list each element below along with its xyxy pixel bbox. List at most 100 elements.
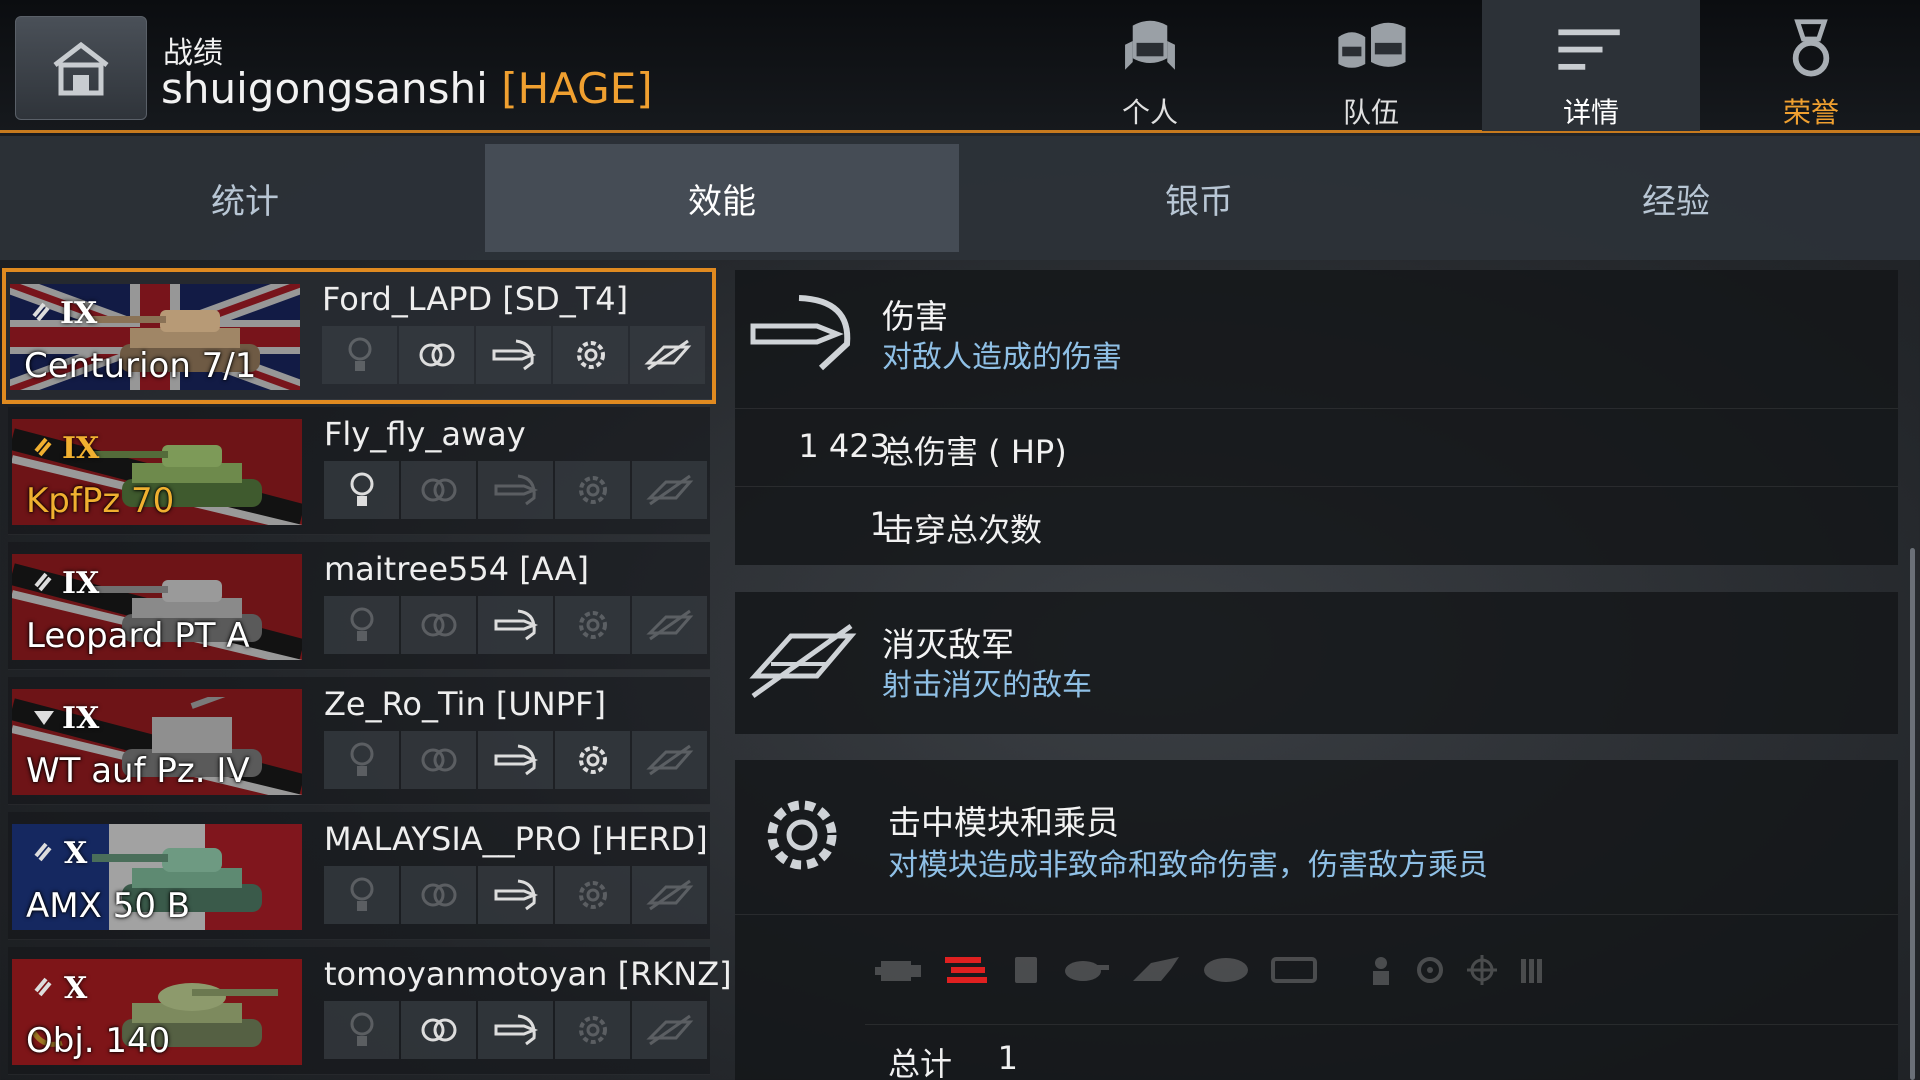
vehicle-row[interactable]: IX Centurion 7/1 Ford_LAPD [SD_T4] [2, 268, 716, 404]
lightbulb-icon [350, 742, 373, 776]
kill-medal [632, 731, 707, 789]
gear-icon [578, 1016, 607, 1044]
player-name: tomoyanmotoyan [RKNZ] [324, 955, 732, 993]
player-name: Ford_LAPD [SD_T4] [322, 280, 629, 318]
ammo-rack-icon [1011, 955, 1041, 989]
tank-name: WT auf Pz. IV [26, 751, 250, 791]
crit-medal [553, 326, 628, 384]
lightbulb-icon [350, 472, 373, 506]
shell-icon [494, 474, 538, 506]
turret-icon [1131, 955, 1181, 989]
tab-credits[interactable]: 银币 [962, 144, 1436, 252]
gunner-icon [1467, 955, 1497, 989]
modules-total-label: 总计 [888, 1045, 953, 1080]
assist-icon [421, 748, 456, 772]
medal-strip [324, 461, 710, 519]
spotting-medal [324, 461, 399, 519]
gear-icon [576, 341, 605, 369]
shell-icon [492, 339, 536, 371]
nav-honor[interactable]: 荣誉 [1702, 0, 1920, 131]
assist-medal [399, 326, 474, 384]
tank-card: IX Leopard PT A [12, 554, 302, 660]
tab-experience[interactable]: 经验 [1439, 144, 1913, 252]
nav-personal[interactable]: 个人 [1041, 0, 1259, 131]
player-name: MALAYSIA__PRO [HERD] [324, 820, 708, 858]
assist-icon [421, 478, 456, 502]
details-icon [1558, 29, 1620, 70]
tank-tier: X [64, 836, 88, 871]
tab-bar: 统计 效能 银币 经验 [0, 136, 1920, 260]
medium-tank-class-icon [34, 437, 52, 457]
tank-tier: IX [62, 431, 100, 466]
engine-icon [875, 955, 921, 989]
total-damage-label: 总伤害 ( HP) [882, 433, 1067, 471]
gear-icon [767, 800, 837, 870]
tank-tier: IX [60, 296, 98, 331]
assist-medal [401, 596, 476, 654]
damage-subtitle: 对敌人造成的伤害 [882, 340, 1122, 375]
heavy-tank-class-icon [34, 842, 52, 862]
assist-medal [401, 866, 476, 924]
tab-efficiency[interactable]: 效能 [485, 144, 959, 252]
tank-name: Obj. 140 [26, 1021, 171, 1061]
lightbulb-icon [350, 1012, 373, 1046]
nav-personal-label: 个人 [1121, 96, 1178, 129]
damage-medal [476, 326, 551, 384]
kill-medal [632, 461, 707, 519]
tab-stats[interactable]: 统计 [8, 144, 482, 252]
vehicle-row[interactable]: IX KpfPz 70 Fly_fly_away [8, 407, 710, 535]
vehicle-row[interactable]: X Obj. 140 tomoyanmotoyan [RKNZ] [8, 947, 732, 1075]
medal-strip [324, 731, 710, 789]
module-icons [875, 955, 1565, 989]
shell-icon [494, 879, 538, 911]
penetrations-label: 击穿总次数 [882, 511, 1043, 549]
home-button[interactable] [15, 16, 147, 120]
assist-medal [401, 731, 476, 789]
fuel-tank-icon [1271, 955, 1317, 989]
tank-card: IX Centurion 7/1 [10, 284, 300, 390]
tank-name: Leopard PT A [26, 616, 250, 656]
destroyed-icon [645, 609, 693, 641]
nav-honor-label: 荣誉 [1782, 96, 1839, 129]
crit-medal [555, 1001, 630, 1059]
shell-icon [494, 609, 538, 641]
total-damage-value: 1 423 [798, 427, 890, 465]
spotting-medal [324, 731, 399, 789]
medal-strip [322, 326, 708, 384]
medium-tank-class-icon [34, 977, 52, 997]
vehicle-row[interactable]: IX Leopard PT A maitree554 [AA] [8, 542, 710, 670]
damage-panel: 伤害 对敌人造成的伤害 1 423 总伤害 ( HP) 1 击穿总次数 [735, 270, 1898, 565]
lightbulb-icon [348, 337, 371, 371]
assist-icon [421, 1018, 456, 1042]
vehicle-row[interactable]: X AMX 50 B MALAYSIA__PRO [HERD] [8, 812, 710, 940]
vehicle-list: IX Centurion 7/1 Ford_LAPD [SD_T4] IX Kp… [0, 268, 732, 1080]
player-name: Ze_Ro_Tin [UNPF] [324, 685, 606, 723]
destroyed-icon [645, 474, 693, 506]
tank-tier: X [64, 971, 88, 1006]
spg-class-icon [34, 711, 54, 725]
gear-icon [578, 611, 607, 639]
home-icon [53, 41, 109, 96]
shell-icon [494, 744, 538, 776]
commander-icon [1369, 955, 1393, 989]
destroyed-icon [645, 879, 693, 911]
tank-name: Centurion 7/1 [24, 346, 257, 386]
penetrations-row: 1 击穿总次数 [735, 486, 1898, 564]
damage-medal [478, 461, 553, 519]
kill-medal [632, 866, 707, 924]
panel-scrollbar[interactable] [1910, 548, 1915, 1080]
kill-medal [630, 326, 705, 384]
driver-icon [1415, 955, 1445, 989]
nav-details[interactable]: 详情 [1482, 0, 1700, 131]
player-name: Fly_fly_away [324, 415, 526, 453]
medal-strip [324, 866, 710, 924]
gear-icon [578, 881, 607, 909]
vehicle-row[interactable]: IX WT auf Pz. IV Ze_Ro_Tin [UNPF] [8, 677, 710, 805]
shell-icon [750, 295, 851, 371]
modules-total-value: 1 [997, 1039, 1018, 1077]
crit-medal [555, 866, 630, 924]
kills-panel: 消灭敌军 射击消灭的敌车 [735, 592, 1898, 734]
player-name: maitree554 [AA] [324, 550, 589, 588]
nav-team[interactable]: 队伍 [1262, 0, 1480, 131]
damage-medal [478, 731, 553, 789]
